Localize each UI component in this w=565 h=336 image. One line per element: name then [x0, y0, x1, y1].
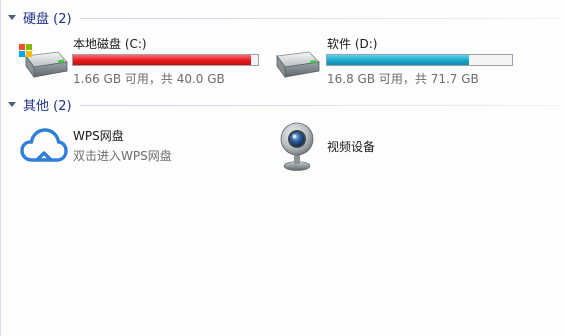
wps-cloud-label: WPS网盘: [73, 129, 124, 143]
pane-left-border: [0, 0, 1, 336]
video-device-item[interactable]: 视频设备: [273, 120, 473, 172]
drive-space-c: 1.66 GB 可用，共 40.0 GB: [73, 72, 225, 86]
collapse-chevron-icon[interactable]: [8, 101, 16, 107]
cloud-icon: [20, 128, 68, 162]
drive-item-d[interactable]: 软件 (D:) 16.8 GB 可用，共 71.7 GB: [273, 34, 518, 86]
group-header-other[interactable]: 其他 (2): [8, 94, 560, 114]
drive-label-d: 软件 (D:): [327, 37, 378, 51]
wps-cloud-subtitle: 双击进入WPS网盘: [73, 149, 172, 163]
group-divider: [79, 104, 560, 106]
explorer-content-pane: 硬盘 (2) 本地磁盘 (C:) 1.66 GB 可用，共 40.0 GB 软件…: [0, 0, 565, 336]
group-header-hard-disks[interactable]: 硬盘 (2): [8, 7, 560, 27]
group-title-hard-disks: 硬盘 (2): [23, 11, 72, 27]
drive-usage-fill-c: [73, 55, 251, 65]
windows-hard-drive-icon: [19, 44, 68, 79]
webcam-icon: [280, 122, 314, 171]
collapse-chevron-icon[interactable]: [8, 14, 16, 20]
drive-usage-fill-d: [327, 55, 470, 65]
drive-space-d: 16.8 GB 可用，共 71.7 GB: [327, 72, 479, 86]
wps-cloud-item[interactable]: WPS网盘 双击进入WPS网盘: [18, 122, 248, 168]
video-device-label: 视频设备: [327, 140, 376, 154]
group-divider: [79, 17, 560, 19]
drive-usage-bar-c: [72, 54, 259, 66]
drive-item-c[interactable]: 本地磁盘 (C:) 1.66 GB 可用，共 40.0 GB: [18, 34, 263, 86]
hard-drive-icon: [276, 51, 320, 79]
drive-label-c: 本地磁盘 (C:): [73, 37, 147, 51]
drive-usage-bar-d: [326, 54, 513, 66]
group-title-other: 其他 (2): [23, 98, 72, 114]
